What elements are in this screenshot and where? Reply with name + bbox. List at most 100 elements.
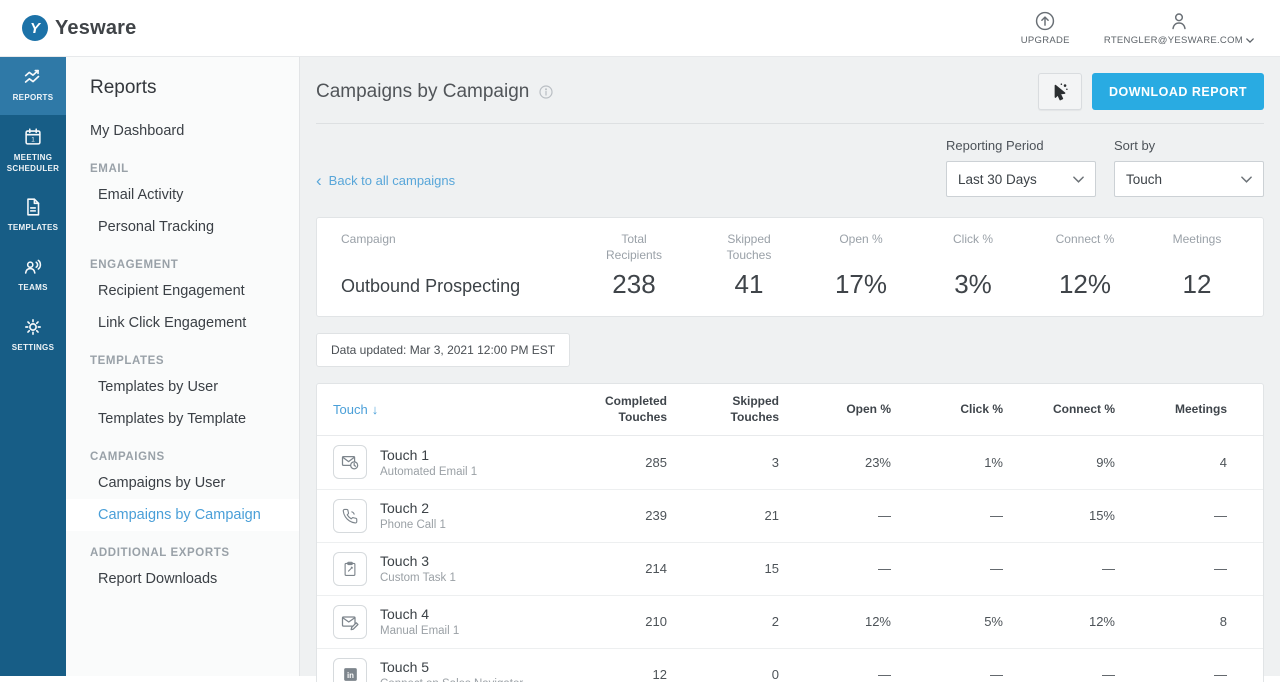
sidebar-item-templates-by-template[interactable]: Templates by Template <box>66 403 299 435</box>
people-icon <box>21 256 45 278</box>
sidebar-item-campaigns-by-campaign[interactable]: Campaigns by Campaign <box>66 499 299 531</box>
connect-pct-value: 12% <box>1033 614 1145 629</box>
sort-by-label: Sort by <box>1114 138 1264 153</box>
sidebar-heading-engagement: ENGAGEMENT <box>66 251 299 275</box>
column-header-meetings[interactable]: Meetings <box>1145 401 1257 417</box>
upgrade-button[interactable]: UPGRADE <box>1021 10 1070 46</box>
linkedin-icon: in <box>333 658 367 682</box>
rail-label: MEETING SCHEDULER <box>2 153 64 175</box>
rail-item-meeting-scheduler[interactable]: 1 MEETING SCHEDULER <box>0 117 66 186</box>
touch-cell: Touch 4 Manual Email 1 <box>333 605 579 639</box>
touch-cell: Touch 3 Custom Task 1 <box>333 552 579 586</box>
page-header: Campaigns by Campaign DOWNLOAD REPORT <box>316 57 1264 124</box>
touch-subtitle: Manual Email 1 <box>380 625 459 637</box>
summary-skipped-touches: Skipped Touches 41 <box>693 232 805 300</box>
rail-item-reports[interactable]: REPORTS <box>0 57 66 115</box>
touch-title: Touch 2 <box>380 500 446 516</box>
summary-click-pct: Click % 3% <box>917 232 1029 300</box>
sidebar-item-link-click-engagement[interactable]: Link Click Engagement <box>66 307 299 339</box>
click-pct-value: — <box>921 561 1033 576</box>
filters: Reporting Period Last 30 Days Sort by To… <box>946 138 1264 197</box>
topbar-actions: UPGRADE RTENGLER@YESWARE.COM <box>1021 10 1258 46</box>
touch-subtitle: Automated Email 1 <box>380 466 477 478</box>
main-content: Campaigns by Campaign DOWNLOAD REPORT <box>300 57 1280 676</box>
svg-text:in: in <box>346 671 353 680</box>
summary-meetings: Meetings 12 <box>1141 232 1253 300</box>
back-to-campaigns-link[interactable]: ‹ Back to all campaigns <box>316 173 455 197</box>
rail-label: TEAMS <box>18 283 48 294</box>
user-icon <box>1168 10 1190 32</box>
completed-touches-value: 285 <box>579 455 697 470</box>
connect-pct-value: 9% <box>1033 455 1145 470</box>
controls-row: ‹ Back to all campaigns Reporting Period… <box>316 124 1264 217</box>
sidebar-heading-email: EMAIL <box>66 155 299 179</box>
product-guide-button[interactable] <box>1038 73 1082 110</box>
click-pct-value: 1% <box>921 455 1033 470</box>
reports-chart-icon <box>21 66 45 88</box>
table-row[interactable]: Touch 2 Phone Call 1 239 21 — — 15% — <box>317 489 1263 542</box>
data-updated-badge: Data updated: Mar 3, 2021 12:00 PM EST <box>316 333 570 367</box>
phone-icon <box>333 499 367 533</box>
rail-item-settings[interactable]: SETTINGS <box>0 307 66 365</box>
gear-icon <box>22 316 44 338</box>
column-header-completed-touches[interactable]: Completed Touches <box>579 393 697 425</box>
connect-pct-value: 15% <box>1033 508 1145 523</box>
skipped-touches-value: 0 <box>697 667 809 682</box>
column-header-skipped-touches[interactable]: Skipped Touches <box>697 393 809 425</box>
rail-label: REPORTS <box>13 93 54 104</box>
yesware-logo[interactable]: Y Yesware <box>22 15 136 41</box>
sidebar-item-campaigns-by-user[interactable]: Campaigns by User <box>66 467 299 499</box>
completed-touches-value: 214 <box>579 561 697 576</box>
sidebar-item-templates-by-user[interactable]: Templates by User <box>66 371 299 403</box>
table-row[interactable]: Touch 4 Manual Email 1 210 2 12% 5% 12% … <box>317 595 1263 648</box>
column-header-touch[interactable]: Touch ↓ <box>333 401 579 419</box>
manual-email-icon <box>333 605 367 639</box>
rail-item-teams[interactable]: TEAMS <box>0 247 66 305</box>
completed-touches-value: 239 <box>579 508 697 523</box>
sidebar-heading-additional-exports: ADDITIONAL EXPORTS <box>66 539 299 563</box>
sidebar-heading-templates: TEMPLATES <box>66 347 299 371</box>
page-title: Campaigns by Campaign <box>316 81 554 103</box>
touches-table: Touch ↓ Completed Touches Skipped Touche… <box>316 383 1264 682</box>
skipped-touches-value: 3 <box>697 455 809 470</box>
meetings-value: — <box>1145 561 1257 576</box>
column-header-connect-pct[interactable]: Connect % <box>1033 401 1145 417</box>
completed-touches-value: 210 <box>579 614 697 629</box>
sort-desc-icon: ↓ <box>372 401 379 419</box>
summary-campaign: Campaign Outbound Prospecting <box>341 232 575 300</box>
skipped-touches-value: 2 <box>697 614 809 629</box>
sidebar-item-report-downloads[interactable]: Report Downloads <box>66 563 299 595</box>
table-row[interactable]: Touch 3 Custom Task 1 214 15 — — — — <box>317 542 1263 595</box>
info-icon[interactable] <box>538 84 554 100</box>
sidebar-item-email-activity[interactable]: Email Activity <box>66 179 299 211</box>
completed-touches-value: 12 <box>579 667 697 682</box>
sidebar-item-my-dashboard[interactable]: My Dashboard <box>66 115 299 147</box>
chevron-down-icon <box>1246 38 1254 43</box>
sidebar-item-recipient-engagement[interactable]: Recipient Engagement <box>66 275 299 307</box>
sidebar-item-personal-tracking[interactable]: Personal Tracking <box>66 211 299 243</box>
rail-item-templates[interactable]: TEMPLATES <box>0 187 66 245</box>
touch-subtitle: Connect on Sales Navigator <box>380 678 523 682</box>
touch-subtitle: Phone Call 1 <box>380 519 446 531</box>
campaign-summary-card: Campaign Outbound Prospecting Total Reci… <box>316 217 1264 317</box>
header-actions: DOWNLOAD REPORT <box>1038 73 1264 110</box>
touch-subtitle: Custom Task 1 <box>380 572 456 584</box>
touch-title: Touch 1 <box>380 447 477 463</box>
column-header-click-pct[interactable]: Click % <box>921 401 1033 417</box>
column-header-open-pct[interactable]: Open % <box>809 401 921 417</box>
reporting-period-select[interactable]: Last 30 Days <box>946 161 1096 197</box>
upgrade-arrow-icon <box>1034 10 1056 32</box>
sort-by-select[interactable]: Touch <box>1114 161 1264 197</box>
download-report-button[interactable]: DOWNLOAD REPORT <box>1092 73 1264 110</box>
touch-title: Touch 4 <box>380 606 459 622</box>
rail-label: SETTINGS <box>12 343 54 354</box>
table-row[interactable]: in Touch 5 Connect on Sales Navigator 12… <box>317 648 1263 682</box>
account-menu[interactable]: RTENGLER@YESWARE.COM <box>1104 10 1254 46</box>
touch-cell: Touch 2 Phone Call 1 <box>333 499 579 533</box>
open-pct-value: — <box>809 667 921 682</box>
click-pct-value: — <box>921 667 1033 682</box>
summary-total-recipients: Total Recipients 238 <box>575 232 693 300</box>
touch-cell: in Touch 5 Connect on Sales Navigator <box>333 658 579 682</box>
table-row[interactable]: Touch 1 Automated Email 1 285 3 23% 1% 9… <box>317 436 1263 489</box>
connect-pct-value: — <box>1033 561 1145 576</box>
